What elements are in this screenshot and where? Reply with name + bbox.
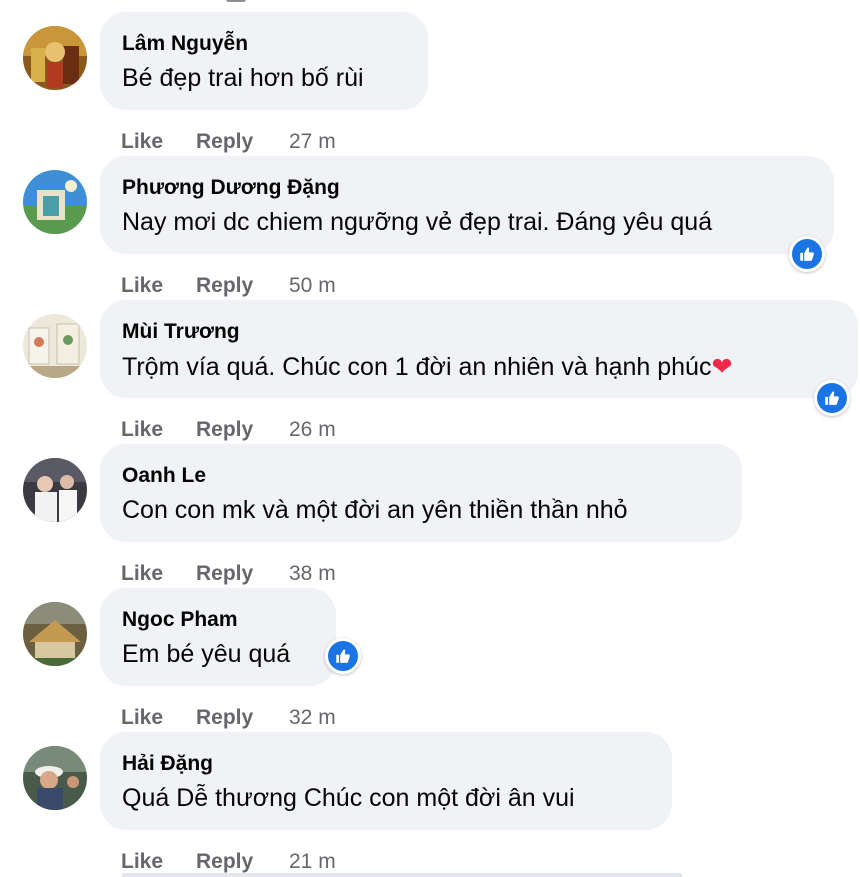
like-reaction-badge[interactable] <box>325 638 361 674</box>
next-comment-edge <box>122 873 682 877</box>
comment-text: Trộm vía quá. Chúc con 1 đời an nhiên và… <box>122 352 732 382</box>
avatar[interactable] <box>23 746 87 810</box>
like-reaction-badge[interactable] <box>789 236 825 272</box>
comment-bubble: Phương Dương Đặng Nay mơi dc chiem ngưỡn… <box>100 156 834 254</box>
reply-button[interactable]: Reply <box>196 418 253 442</box>
comment-timestamp[interactable]: 38 m <box>289 562 336 586</box>
reply-button[interactable]: Reply <box>196 850 253 874</box>
comment-text: Con con mk và một đời an yên thiền thần … <box>122 496 628 524</box>
comment-item: Phương Dương Đặng Nay mơi dc chiem ngưỡn… <box>0 156 860 299</box>
comment-timestamp[interactable]: 26 m <box>289 418 336 442</box>
comment-text-body: Trộm vía quá. Chúc con 1 đời an nhiên và… <box>122 353 712 381</box>
like-button[interactable]: Like <box>121 130 163 154</box>
reply-button[interactable]: Reply <box>196 130 253 154</box>
comment-timestamp[interactable]: 32 m <box>289 706 336 730</box>
avatar[interactable] <box>23 26 87 90</box>
like-button[interactable]: Like <box>121 706 163 730</box>
avatar[interactable] <box>23 602 87 666</box>
like-button[interactable]: Like <box>121 850 163 874</box>
avatar[interactable] <box>23 458 87 522</box>
comment-item: Mùi Trương Trộm vía quá. Chúc con 1 đời … <box>0 300 860 443</box>
comment-bubble: Hải Đặng Quá Dễ thương Chúc con một đời … <box>100 732 672 830</box>
avatar[interactable] <box>23 314 87 378</box>
comment-author[interactable]: Ngoc Pham <box>122 608 238 632</box>
comment-item: Oanh Le Con con mk và một đời an yên thi… <box>0 444 860 587</box>
comment-bubble: Oanh Le Con con mk và một đời an yên thi… <box>100 444 742 542</box>
like-thumbs-up-icon <box>800 247 814 261</box>
comment-author[interactable]: Phương Dương Đặng <box>122 176 340 200</box>
like-reaction-badge[interactable] <box>814 380 850 416</box>
reply-button[interactable]: Reply <box>196 274 253 298</box>
comment-bubble: Lâm Nguyễn Bé đẹp trai hơn bố rùi <box>100 12 428 110</box>
avatar[interactable] <box>23 170 87 234</box>
comment-bubble: Mùi Trương Trộm vía quá. Chúc con 1 đời … <box>100 300 858 398</box>
like-button[interactable]: Like <box>121 418 163 442</box>
like-thumbs-up-icon <box>825 391 839 405</box>
comment-text: Nay mơi dc chiem ngưỡng vẻ đẹp trai. Đán… <box>122 208 713 236</box>
reply-button[interactable]: Reply <box>196 562 253 586</box>
comment-item: Lâm Nguyễn Bé đẹp trai hơn bố rùi Like R… <box>0 12 860 155</box>
red-heart-icon: ❤ <box>711 353 733 381</box>
comment-text: Quá Dễ thương Chúc con một đời ân vui <box>122 784 575 812</box>
comment-timestamp[interactable]: 27 m <box>289 130 336 154</box>
comment-timestamp[interactable]: 50 m <box>289 274 336 298</box>
reply-button[interactable]: Reply <box>196 706 253 730</box>
comment-author[interactable]: Lâm Nguyễn <box>122 32 248 56</box>
comment-item: Hải Đặng Quá Dễ thương Chúc con một đời … <box>0 732 860 875</box>
comment-text: Bé đẹp trai hơn bố rùi <box>122 64 364 92</box>
comment-author[interactable]: Mùi Trương <box>122 320 240 344</box>
like-button[interactable]: Like <box>121 562 163 586</box>
previous-comment-edge <box>226 0 246 2</box>
like-button[interactable]: Like <box>121 274 163 298</box>
comment-text: Em bé yêu quá <box>122 640 291 668</box>
comment-author[interactable]: Oanh Le <box>122 464 206 488</box>
comment-timestamp[interactable]: 21 m <box>289 850 336 874</box>
comment-author[interactable]: Hải Đặng <box>122 752 213 776</box>
like-thumbs-up-icon <box>336 649 350 663</box>
comment-item: Ngoc Pham Em bé yêu quá Like Reply 32 m <box>0 588 860 731</box>
comment-bubble: Ngoc Pham Em bé yêu quá <box>100 588 336 686</box>
